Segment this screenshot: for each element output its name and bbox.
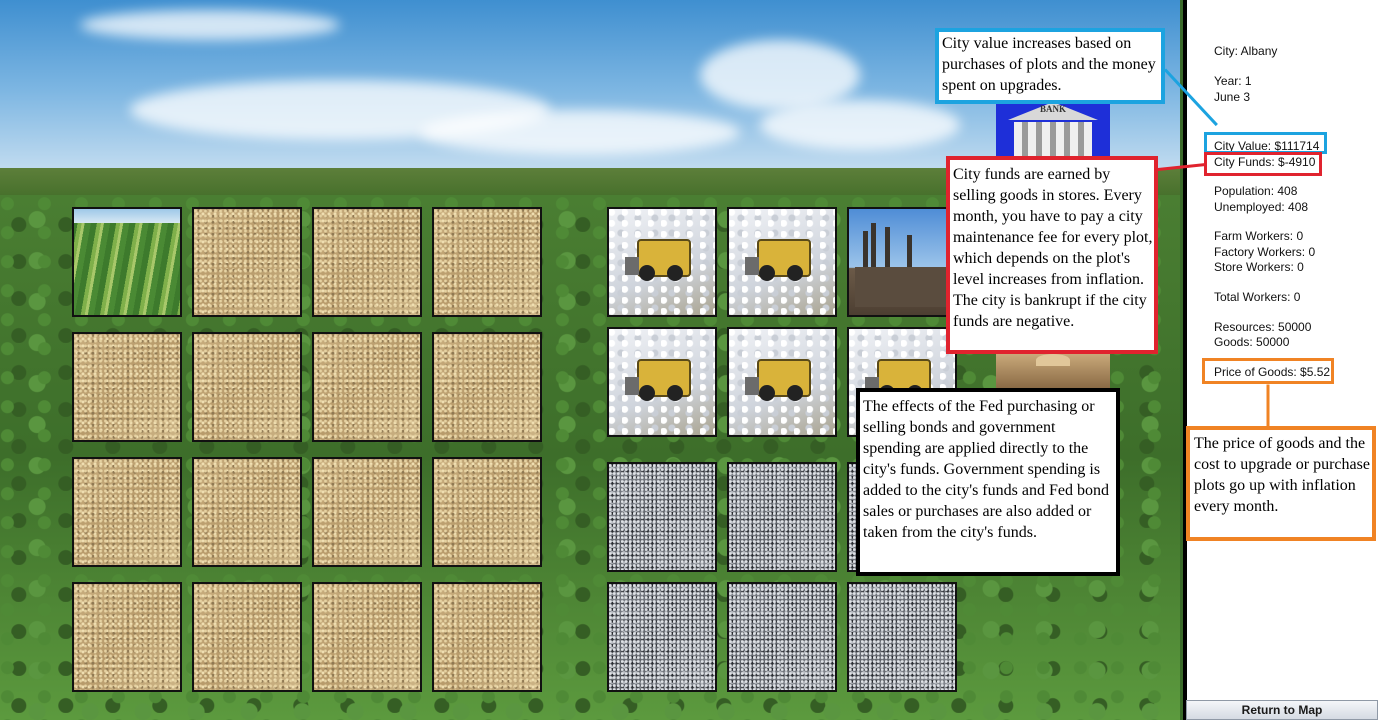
farm-plot[interactable] bbox=[72, 207, 182, 317]
construction-plot[interactable] bbox=[727, 327, 837, 437]
empty-plot[interactable] bbox=[312, 332, 422, 442]
empty-plot[interactable] bbox=[432, 582, 542, 692]
empty-plot[interactable] bbox=[312, 207, 422, 317]
empty-plot[interactable] bbox=[432, 207, 542, 317]
empty-plot[interactable] bbox=[192, 332, 302, 442]
bulldozer-wheel bbox=[787, 385, 803, 401]
bulldozer-wheel bbox=[759, 385, 775, 401]
store-workers-stat: Store Workers: 0 bbox=[1214, 260, 1304, 274]
bank-columns bbox=[1014, 122, 1092, 158]
empty-plot[interactable] bbox=[192, 582, 302, 692]
city-funds-tooltip: City funds are earned by selling goods i… bbox=[946, 156, 1158, 354]
city-funds-highlight bbox=[1204, 152, 1322, 176]
empty-plot[interactable] bbox=[192, 457, 302, 567]
factory-workers-stat: Factory Workers: 0 bbox=[1214, 245, 1316, 259]
farm-workers-stat: Farm Workers: 0 bbox=[1214, 229, 1304, 243]
empty-plot[interactable] bbox=[432, 457, 542, 567]
price-of-goods-connector-v bbox=[1266, 384, 1270, 427]
bulldozer-wheel bbox=[667, 385, 683, 401]
farm-sky bbox=[74, 209, 180, 223]
bulldozer-wheel bbox=[667, 265, 683, 281]
city-name: City: Albany bbox=[1214, 44, 1278, 58]
factory-building bbox=[855, 267, 951, 307]
year-label: Year: 1 bbox=[1214, 74, 1252, 88]
construction-plot[interactable] bbox=[727, 207, 837, 317]
bulldozer-wheel bbox=[639, 265, 655, 281]
city-value-tooltip: City value increases based on purchases … bbox=[935, 28, 1165, 104]
construction-plot[interactable] bbox=[607, 207, 717, 317]
date-label: June 3 bbox=[1214, 90, 1251, 104]
empty-plot[interactable] bbox=[72, 457, 182, 567]
bulldozer-wheel bbox=[759, 265, 775, 281]
resources-stat: Resources: 50000 bbox=[1214, 320, 1312, 334]
empty-plot[interactable] bbox=[72, 332, 182, 442]
empty-plot[interactable] bbox=[72, 582, 182, 692]
capitol-building[interactable] bbox=[996, 354, 1110, 388]
bulldozer-wheel bbox=[639, 385, 655, 401]
factory-plot[interactable] bbox=[847, 207, 957, 317]
empty-plot[interactable] bbox=[432, 332, 542, 442]
gravel-plot[interactable] bbox=[727, 582, 837, 692]
empty-plot[interactable] bbox=[192, 207, 302, 317]
empty-plot[interactable] bbox=[312, 582, 422, 692]
gravel-plot[interactable] bbox=[607, 582, 717, 692]
unemployed-stat: Unemployed: 408 bbox=[1214, 200, 1309, 214]
bank-building[interactable]: BANK bbox=[996, 100, 1110, 158]
empty-plot[interactable] bbox=[312, 457, 422, 567]
goods-stat: Goods: 50000 bbox=[1214, 335, 1290, 349]
price-of-goods-highlight bbox=[1202, 358, 1334, 384]
fed-effects-tooltip: The effects of the Fed purchasing or sel… bbox=[856, 388, 1120, 576]
gravel-plot[interactable] bbox=[607, 462, 717, 572]
return-to-map-button[interactable]: Return to Map bbox=[1186, 700, 1378, 720]
population-stat: Population: 408 bbox=[1214, 184, 1298, 198]
city-value-highlight bbox=[1204, 132, 1327, 154]
total-workers-stat: Total Workers: 0 bbox=[1214, 290, 1301, 304]
construction-plot[interactable] bbox=[607, 327, 717, 437]
price-of-goods-tooltip: The price of goods and the cost to upgra… bbox=[1186, 426, 1376, 541]
bulldozer-wheel bbox=[787, 265, 803, 281]
gravel-plot[interactable] bbox=[847, 582, 957, 692]
bank-sign: BANK bbox=[1039, 104, 1066, 114]
gravel-plot[interactable] bbox=[727, 462, 837, 572]
